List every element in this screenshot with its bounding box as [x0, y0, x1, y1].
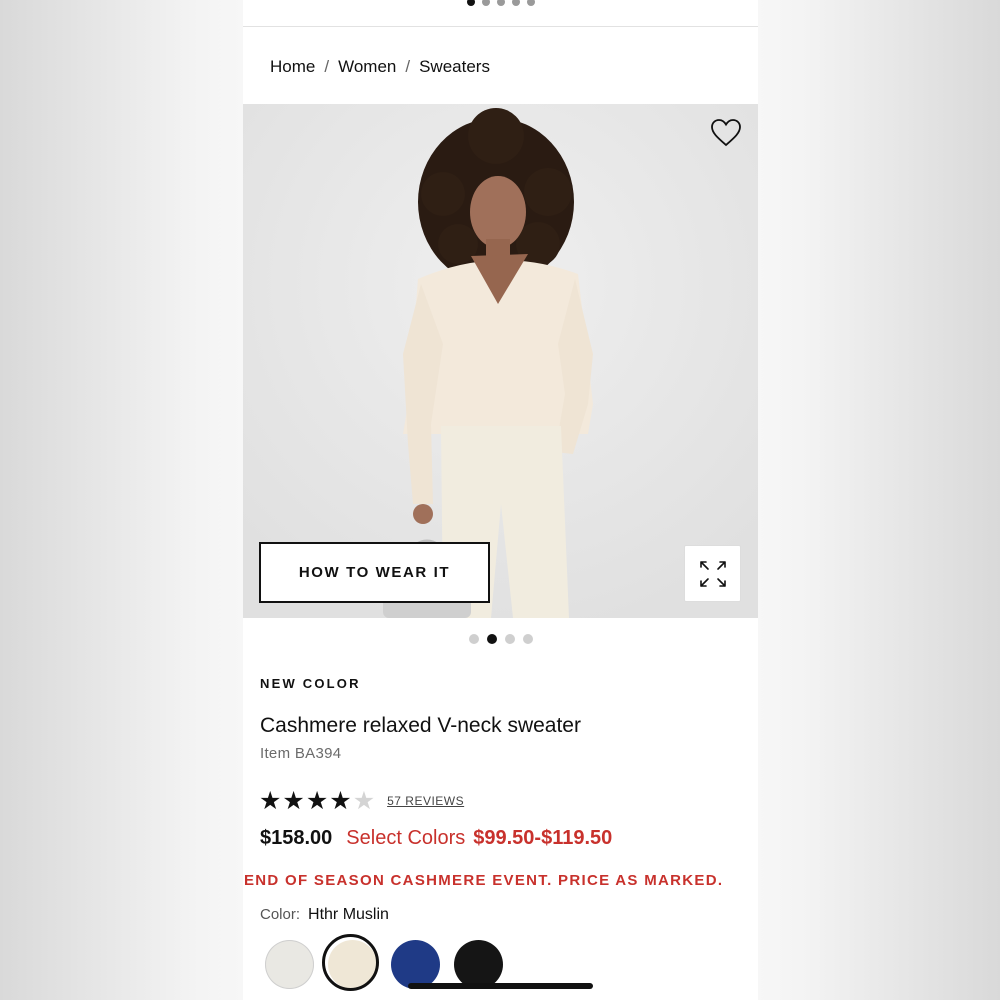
color-selection: Color: Hthr Muslin [260, 906, 389, 924]
reviews-link[interactable]: 57 REVIEWS [387, 794, 464, 808]
star-filled-icon: ★ [305, 786, 329, 815]
carousel-dot[interactable] [504, 634, 515, 644]
breadcrumb-separator: / [405, 57, 411, 76]
heart-icon[interactable] [710, 118, 742, 148]
page-dot [481, 0, 490, 6]
star-empty-icon: ★ [352, 786, 376, 815]
color-swatch[interactable] [454, 940, 503, 989]
rating: ★ ★ ★ ★ ★ 57 REVIEWS [259, 788, 464, 813]
product-image[interactable]: HOW TO WEAR IT [243, 104, 758, 618]
color-value: Hthr Muslin [308, 906, 389, 923]
page-dot [526, 0, 535, 6]
color-label: Color: [260, 906, 301, 923]
breadcrumb: Home / Women / Sweaters [270, 57, 490, 77]
product-page: Home / Women / Sweaters HOW TO WEAR IT N… [243, 0, 758, 1000]
color-swatch[interactable] [391, 940, 440, 989]
star-rating: ★ ★ ★ ★ ★ [259, 788, 375, 813]
item-number: Item BA394 [260, 745, 342, 762]
breadcrumb-sweaters[interactable]: Sweaters [419, 57, 490, 77]
carousel-dot[interactable] [522, 634, 533, 644]
promo-message: END OF SEASON CASHMERE EVENT. PRICE AS M… [244, 872, 724, 889]
new-color-badge: NEW COLOR [260, 676, 361, 691]
select-colors-label: Select Colors [346, 827, 466, 849]
breadcrumb-separator: / [324, 57, 330, 76]
carousel-indicator [243, 634, 758, 644]
star-filled-icon: ★ [329, 786, 352, 815]
carousel-dot[interactable] [486, 634, 497, 644]
page-dot [466, 0, 475, 6]
page-dot [511, 0, 520, 6]
home-indicator[interactable] [408, 983, 593, 989]
model-photo [243, 104, 758, 618]
breadcrumb-women[interactable]: Women [338, 57, 396, 77]
star-filled-icon: ★ [282, 786, 305, 815]
carousel-dot[interactable] [468, 634, 479, 644]
star-filled-icon: ★ [259, 786, 282, 815]
breadcrumb-home[interactable]: Home [270, 57, 315, 77]
original-price: $158.00 [260, 827, 333, 849]
page-dot [496, 0, 505, 6]
price-block: $158.00 Select Colors $99.50-$119.50 [260, 827, 612, 850]
expand-button[interactable] [684, 545, 741, 602]
expand-icon [699, 560, 726, 587]
color-swatch[interactable] [322, 934, 379, 991]
product-title: Cashmere relaxed V-neck sweater [260, 714, 581, 737]
sale-price-range: $99.50-$119.50 [473, 827, 613, 849]
color-swatches [265, 934, 503, 991]
how-to-wear-button[interactable]: HOW TO WEAR IT [259, 542, 490, 603]
color-swatch[interactable] [265, 940, 314, 989]
divider [243, 26, 758, 27]
page-indicator [243, 0, 758, 8]
